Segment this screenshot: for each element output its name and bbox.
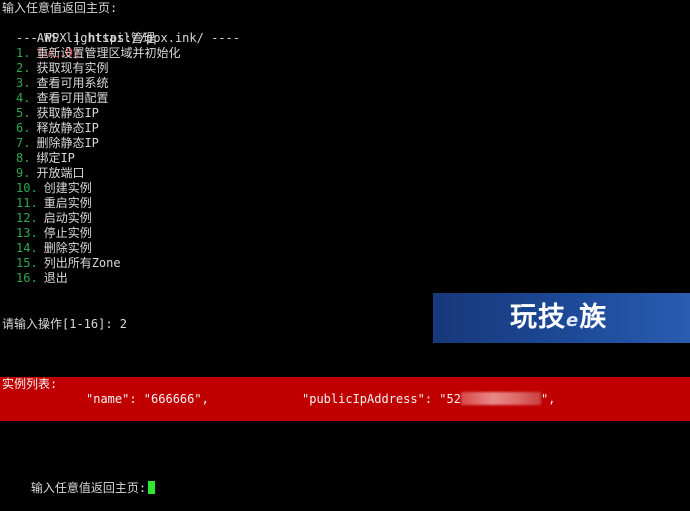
menu-item: 4. 查看可用配置: [16, 91, 108, 106]
menu-item-label: 开放端口: [36, 166, 85, 180]
menu-item-label: 获取静态IP: [36, 106, 99, 120]
menu-item: 7. 删除静态IP: [16, 136, 99, 151]
instance-public-ip: "publicIpAddress": "52 ",: [302, 392, 556, 406]
menu-item: 5. 获取静态IP: [16, 106, 99, 121]
text-cursor: [148, 481, 156, 494]
app-subtitle: --- PPX | https://ppx.ink/ ----: [16, 31, 240, 45]
menu-item-number: 9.: [16, 166, 31, 180]
menu-item-label: 释放静态IP: [36, 121, 99, 135]
menu-item: 2. 获取现有实例: [16, 61, 108, 76]
menu-item-number: 3.: [16, 76, 31, 90]
menu-item-label: 重新设置管理区域并初始化: [36, 46, 181, 60]
menu-item-number: 10.: [16, 181, 38, 195]
menu-item-label: 创建实例: [43, 181, 92, 195]
menu-item-number: 8.: [16, 151, 31, 165]
menu-item-number: 7.: [16, 136, 31, 150]
return-prompt-bottom[interactable]: 输入任意值返回主页:: [2, 466, 156, 495]
menu-item-label: 绑定IP: [36, 151, 75, 165]
menu-item-label: 删除实例: [43, 241, 92, 255]
menu-item: 12. 启动实例: [16, 211, 92, 226]
app-title-line: AWS lightsail管理 [v1.0]: [8, 16, 155, 60]
watermark-logo: 玩技e族: [510, 302, 608, 333]
menu-item-number: 6.: [16, 121, 31, 135]
menu-item: 1. 重新设置管理区域并初始化: [16, 46, 180, 61]
menu-item-number: 12.: [16, 211, 38, 225]
menu-item-number: 1.: [16, 46, 31, 60]
menu-item-label: 启动实例: [43, 211, 92, 225]
instance-list-header: 实例列表:: [2, 377, 58, 391]
menu-item: 6. 释放静态IP: [16, 121, 99, 136]
menu-item: 14. 删除实例: [16, 241, 92, 256]
menu-item-number: 2.: [16, 61, 31, 75]
menu-item-label: 列出所有Zone: [43, 256, 121, 270]
menu-item-number: 13.: [16, 226, 38, 240]
menu-item: 11. 重启实例: [16, 196, 92, 211]
menu-item-label: 获取现有实例: [36, 61, 109, 75]
operation-prompt: 请输入操作[1-16]: 2: [2, 317, 128, 331]
redacted-ip-mask: [460, 392, 541, 405]
instance-name: "name": "666666",: [86, 392, 209, 406]
menu-item: 9. 开放端口: [16, 166, 84, 181]
menu-item: 3. 查看可用系统: [16, 76, 108, 91]
menu-item-label: 重启实例: [43, 196, 92, 210]
return-prompt-top: 输入任意值返回主页:: [2, 1, 118, 15]
menu-item: 8. 绑定IP: [16, 151, 75, 166]
menu-item-number: 5.: [16, 106, 31, 120]
watermark-banner: 玩技e族: [433, 293, 690, 343]
terminal-window[interactable]: 输入任意值返回主页: AWS lightsail管理 [v1.0] --- PP…: [0, 0, 690, 495]
menu-item-label: 删除静态IP: [36, 136, 99, 150]
menu-item-label: 查看可用配置: [36, 91, 109, 105]
menu-item-label: 退出: [43, 271, 68, 285]
menu-item-number: 14.: [16, 241, 38, 255]
menu-item: 10. 创建实例: [16, 181, 92, 196]
menu-item-label: 查看可用系统: [36, 76, 109, 90]
menu-item: 16. 退出: [16, 271, 68, 286]
menu-item: 15. 列出所有Zone: [16, 256, 121, 271]
menu-item-number: 16.: [16, 271, 38, 285]
menu-item: 13. 停止实例: [16, 226, 92, 241]
menu-item-number: 11.: [16, 196, 38, 210]
menu-item-label: 停止实例: [43, 226, 92, 240]
instance-list-block: 实例列表: "name": "666666", "publicIpAddress…: [0, 377, 690, 421]
menu-item-number: 15.: [16, 256, 38, 270]
menu-item-number: 4.: [16, 91, 31, 105]
